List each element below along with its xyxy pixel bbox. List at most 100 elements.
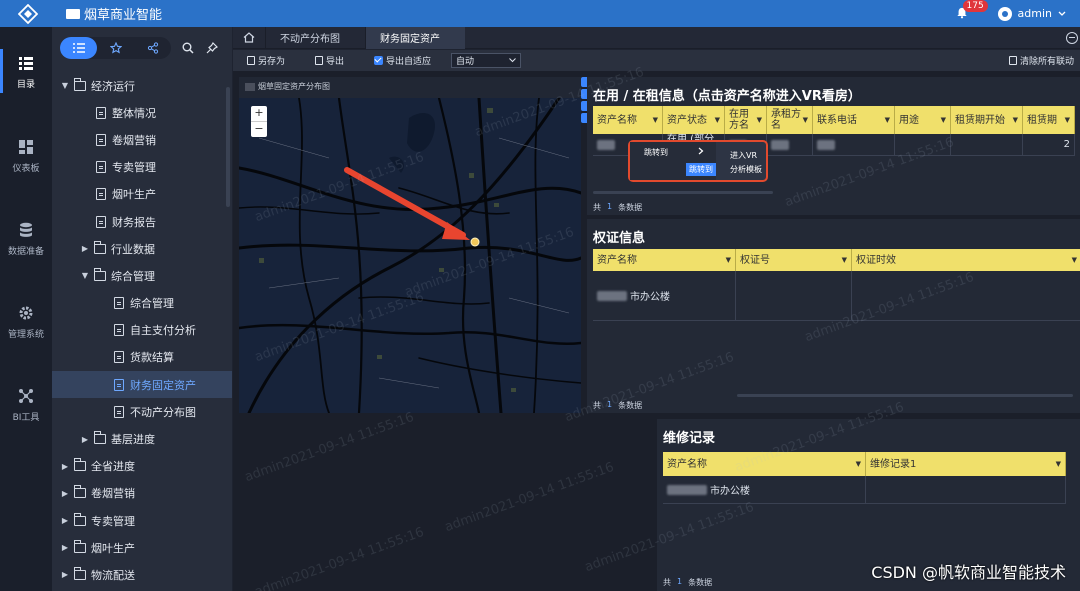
tree-item[interactable]: ▶ 基层进度: [52, 425, 232, 452]
map-view[interactable]: + −: [239, 98, 581, 413]
in-use-grid-header: 资产名称 ▼ 资产状态 ▼ 在用方名 ▼ 承租方名 ▼ 联系电话 ▼ 用途 ▼ 租赁期开始 ▼ 租赁期 ▼: [593, 106, 1075, 134]
caret-down-icon[interactable]: ▼: [757, 115, 762, 126]
column-header[interactable]: 资产名称 ▼: [663, 452, 866, 476]
rail-item-catalog[interactable]: 目录: [0, 49, 52, 93]
caret-right-icon[interactable]: ▶: [60, 462, 70, 471]
map-roads: [239, 98, 581, 413]
caret-down-icon[interactable]: ▼: [60, 81, 70, 90]
column-header[interactable]: 权证号 ▼: [736, 249, 852, 271]
save-icon: [247, 56, 255, 65]
table-cell[interactable]: 市办公楼: [593, 271, 736, 321]
column-header[interactable]: 租赁期 ▼: [1023, 106, 1075, 134]
tree-item[interactable]: 财务报告: [52, 208, 232, 235]
pin-button[interactable]: [205, 41, 219, 55]
zoom-in-button[interactable]: +: [251, 106, 267, 121]
tree-item[interactable]: 综合管理: [52, 290, 232, 317]
table-row[interactable]: 市办公楼: [663, 476, 1066, 504]
user-name[interactable]: admin: [1018, 7, 1052, 20]
caret-down-icon[interactable]: ▼: [885, 115, 890, 126]
caret-down-icon[interactable]: ▼: [726, 255, 731, 266]
menu-item-enter-vr[interactable]: 进入VR: [730, 150, 757, 161]
caret-down-icon[interactable]: ▼: [715, 115, 720, 126]
tree-item[interactable]: ▶ 物流配送: [52, 561, 232, 588]
menu-item-jump[interactable]: 跳转到: [644, 147, 668, 158]
caret-right-icon[interactable]: ▶: [60, 570, 70, 579]
tree-item[interactable]: 不动产分布图: [52, 398, 232, 425]
tab-fixed-assets[interactable]: 财务固定资产: [365, 26, 465, 49]
column-header[interactable]: 承租方名 ▼: [767, 106, 813, 134]
caret-right-icon[interactable]: ▶: [60, 489, 70, 498]
caret-right-icon[interactable]: ▶: [80, 435, 90, 444]
caret-down-icon[interactable]: ▼: [941, 115, 946, 126]
caret-down-icon[interactable]: ▼: [1056, 459, 1061, 470]
column-header[interactable]: 权证时效 ▼: [852, 249, 1080, 271]
caret-down-icon[interactable]: ▼: [1072, 255, 1077, 266]
export-button[interactable]: 导出: [315, 54, 344, 67]
caret-down-icon[interactable]: ▼: [803, 115, 808, 126]
column-header[interactable]: 资产名称 ▼: [593, 106, 663, 134]
rail-item-admin[interactable]: 管理系统: [0, 305, 52, 340]
column-header[interactable]: 用途 ▼: [895, 106, 951, 134]
column-header-label: 租赁期开始: [955, 114, 1005, 126]
caret-down-icon[interactable]: ▼: [856, 459, 861, 470]
adaptive-checkbox[interactable]: 导出自适应: [374, 54, 431, 67]
search-button[interactable]: [181, 41, 195, 55]
column-header[interactable]: 维修记录1 ▼: [866, 452, 1066, 476]
menu-item-analysis-template[interactable]: 分析模板: [730, 164, 762, 175]
tree-item[interactable]: 货款结算: [52, 344, 232, 371]
horizontal-scrollbar[interactable]: [737, 394, 1073, 397]
tree-item[interactable]: ▼ 经济运行: [52, 72, 232, 99]
tree-item[interactable]: ▶ 全省进度: [52, 453, 232, 480]
table-cell: [866, 476, 1066, 504]
column-header[interactable]: 资产名称 ▼: [593, 249, 736, 271]
tabs-menu-button[interactable]: [1066, 31, 1078, 44]
favorites-button[interactable]: [97, 37, 134, 59]
tree-item[interactable]: 烟叶生产: [52, 181, 232, 208]
in-use-title: 在用 / 在租信息（点击资产名称进入VR看房）: [593, 89, 861, 104]
list-view-button[interactable]: [60, 37, 97, 59]
rail-item-data-prep[interactable]: 数据准备: [0, 222, 52, 257]
caret-down-icon[interactable]: ▼: [1013, 115, 1018, 126]
clear-linkage-button[interactable]: 清除所有联动: [1008, 54, 1074, 67]
redacted-block: [245, 82, 255, 91]
tree-item[interactable]: 财务固定资产: [52, 371, 232, 399]
share-button[interactable]: [134, 37, 171, 59]
tree-item[interactable]: ▼ 综合管理: [52, 262, 232, 289]
tree-item[interactable]: 自主支付分析: [52, 317, 232, 344]
app-logo[interactable]: [14, 0, 42, 27]
tree-item[interactable]: ▶ 卷烟营销: [52, 480, 232, 507]
horizontal-scrollbar[interactable]: [593, 191, 773, 194]
scale-select[interactable]: 自动: [451, 53, 522, 68]
table-row[interactable]: 市办公楼: [593, 271, 1080, 321]
save-as-button[interactable]: 另存为: [247, 54, 285, 67]
tree-item[interactable]: 专卖管理: [52, 154, 232, 181]
tree-item[interactable]: 整体情况: [52, 99, 232, 126]
column-header[interactable]: 联系电话 ▼: [813, 106, 895, 134]
menu-item-jump-highlighted[interactable]: 跳转到: [686, 163, 716, 176]
caret-right-icon[interactable]: ▶: [60, 543, 70, 552]
tree-item[interactable]: ▶ 行业数据: [52, 235, 232, 262]
home-tab[interactable]: [233, 27, 265, 49]
caret-down-icon[interactable]: ▼: [653, 115, 658, 126]
table-cell[interactable]: 市办公楼: [663, 476, 866, 504]
caret-down-icon[interactable]: ▼: [1065, 115, 1070, 126]
database-icon: [20, 222, 32, 237]
tree-scrollbar[interactable]: [226, 87, 230, 207]
caret-down-icon[interactable]: ▼: [842, 255, 847, 266]
zoom-out-button[interactable]: −: [251, 122, 267, 137]
tree-item[interactable]: ▶ 专卖管理: [52, 507, 232, 534]
caret-right-icon[interactable]: ▶: [80, 244, 90, 253]
source-credit: CSDN @帆软商业智能技术: [871, 563, 1066, 582]
column-header[interactable]: 租赁期开始 ▼: [951, 106, 1023, 134]
caret-right-icon[interactable]: ▶: [60, 516, 70, 525]
rail-item-bi-tools[interactable]: BI工具: [0, 388, 52, 423]
notification-button[interactable]: 175: [956, 0, 988, 21]
tree-item[interactable]: 卷烟营销: [52, 126, 232, 153]
tree-item[interactable]: ▶ 烟叶生产: [52, 534, 232, 561]
tab-real-estate-map[interactable]: 不动产分布图: [265, 26, 365, 49]
caret-down-icon[interactable]: ▼: [80, 271, 90, 280]
rail-item-dashboard[interactable]: 仪表板: [0, 139, 52, 174]
column-header[interactable]: 在用方名 ▼: [725, 106, 767, 134]
avatar[interactable]: [997, 6, 1012, 21]
chevron-down-icon[interactable]: [1058, 11, 1066, 17]
